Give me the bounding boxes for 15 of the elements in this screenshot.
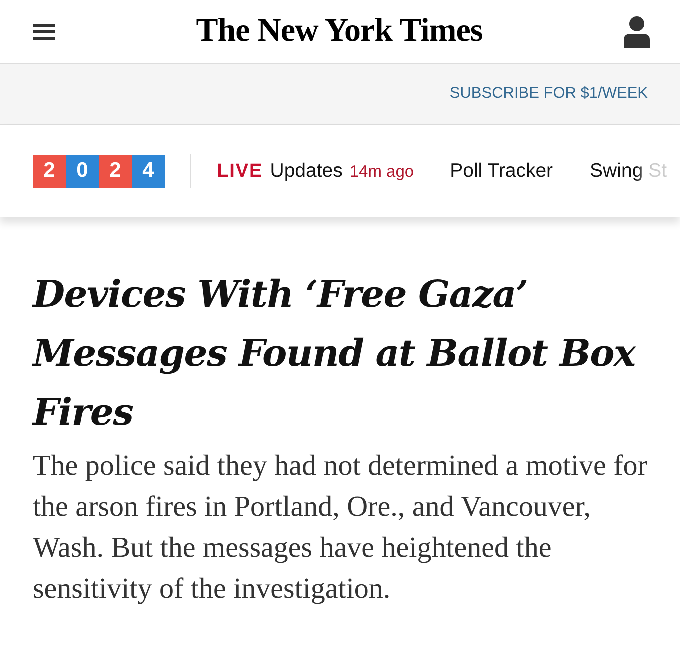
nav-link[interactable]: Poll Tracker [450,160,554,182]
summary: The police said they had not determined a motive for the arson fires in Portland, Ore., and Vancouver, Wash. But the messages have heightened the sensitivity of the investigation. [33,449,648,607]
headline: Devices With ‘Free Gaza’ Messages Found at Ballot Box Fires [33,271,638,436]
year-badge[interactable]: 2 0 2 4 [33,154,165,188]
year-digit: 2 [33,154,66,188]
menu-icon[interactable] [33,24,55,40]
year-digit: 0 [66,154,99,188]
subscribe-link[interactable]: SUBSCRIBE FOR $1/WEEK [450,85,648,103]
timestamp: 14m ago [350,162,414,182]
year-digit: 4 [132,154,165,188]
logo[interactable]: The New York Times [196,13,483,50]
user-icon[interactable] [624,16,650,48]
live-label: LIVE [217,160,264,182]
year-digit: 2 [99,154,132,188]
nav-link[interactable]: Updates [270,160,343,182]
